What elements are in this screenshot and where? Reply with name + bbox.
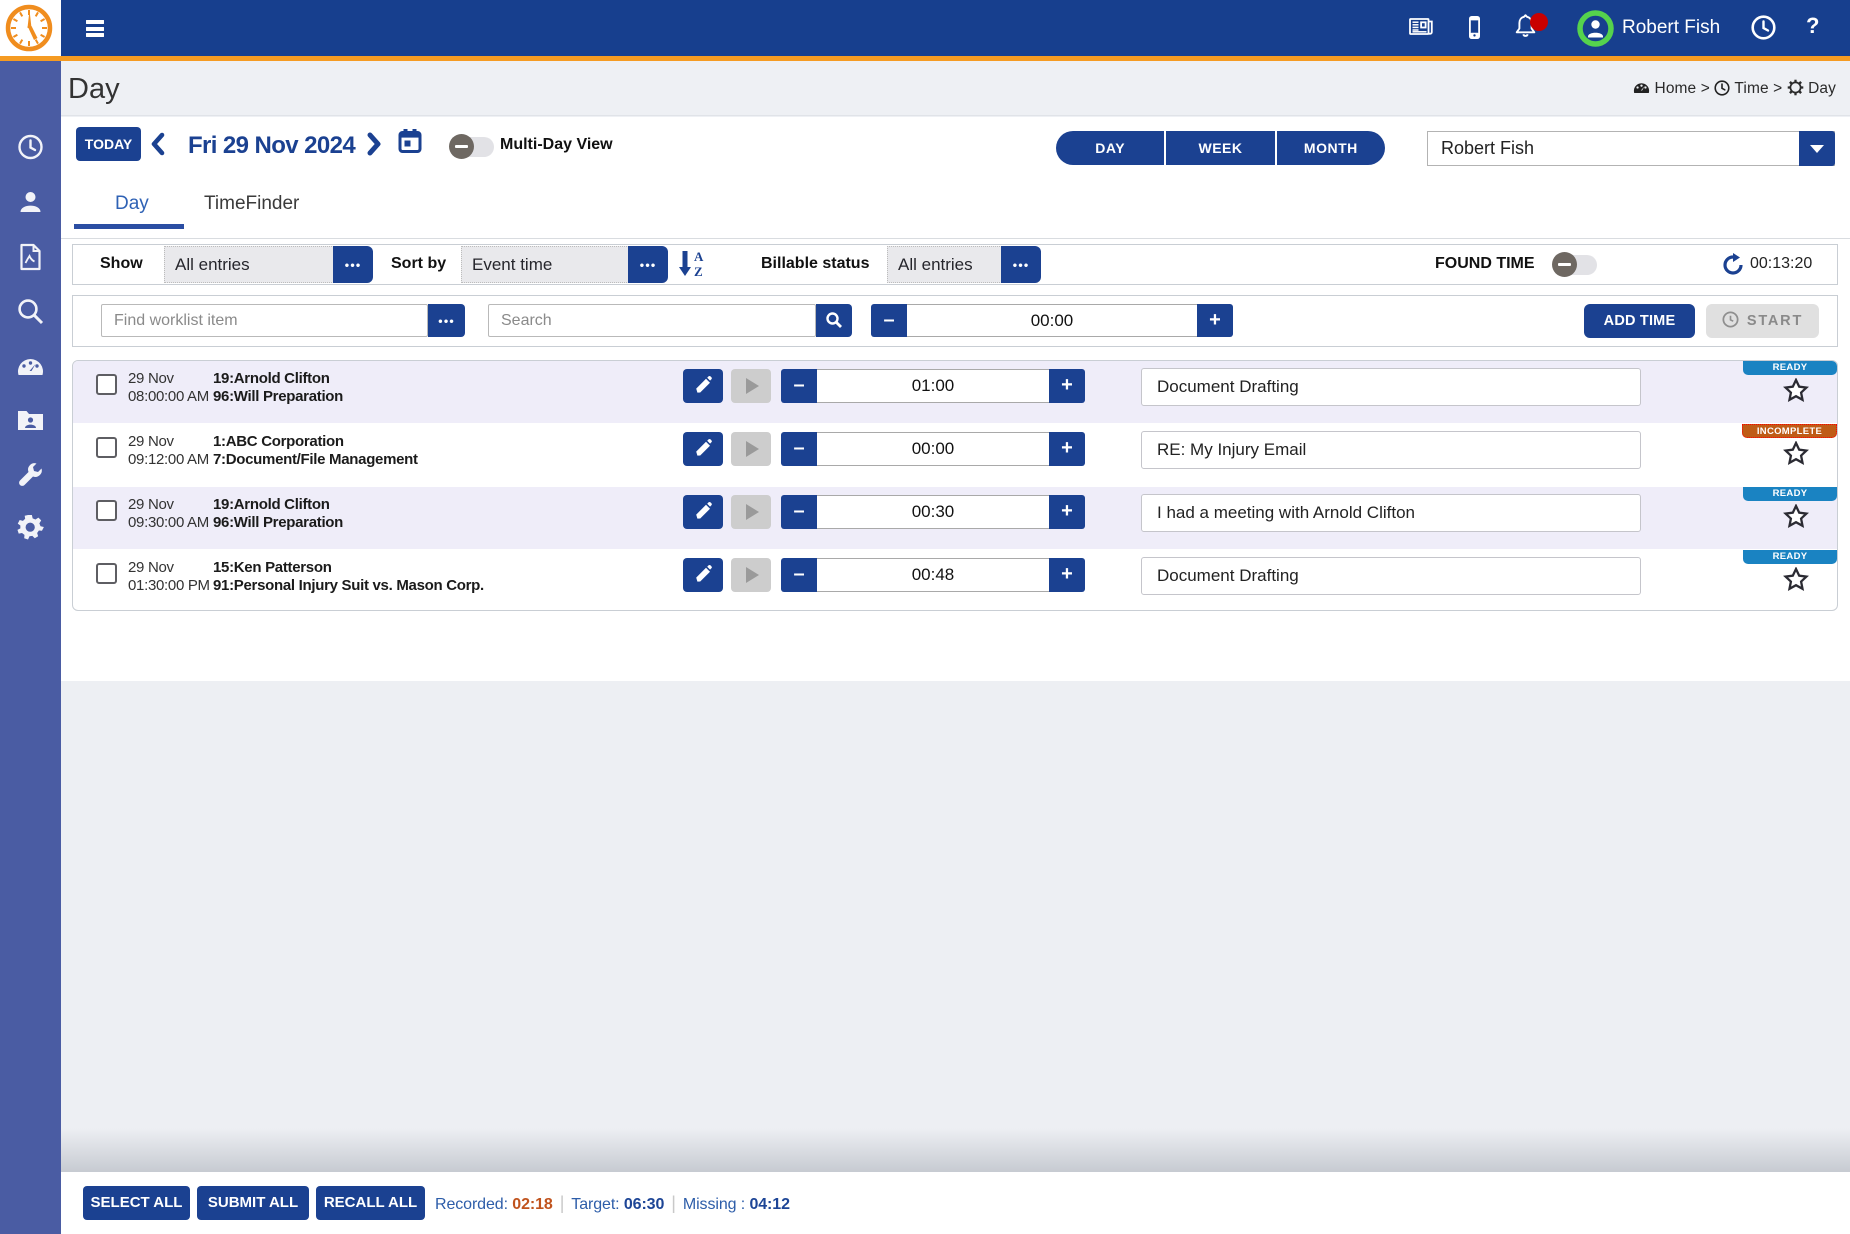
svg-text:A: A xyxy=(694,250,704,264)
svg-text:Z: Z xyxy=(694,264,703,278)
